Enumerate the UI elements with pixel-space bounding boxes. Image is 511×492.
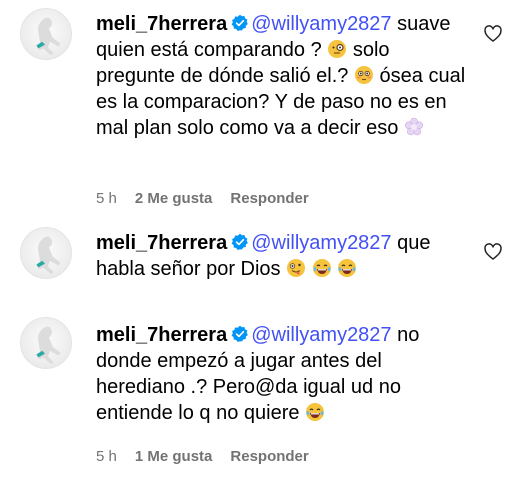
avatar[interactable] xyxy=(20,8,72,60)
avatar[interactable] xyxy=(20,317,72,369)
tears-of-joy-emoji xyxy=(312,259,331,277)
timestamp: 5 h xyxy=(96,190,117,207)
username[interactable]: meli_7herrera xyxy=(96,232,227,254)
avatar[interactable] xyxy=(20,227,72,279)
reply-button[interactable]: Responder xyxy=(230,448,308,465)
verified-badge-icon xyxy=(231,325,249,343)
timestamp: 5 h xyxy=(96,448,117,465)
comment-text: meli_7herrera @willyamy2827 suave quien e… xyxy=(96,11,468,141)
face-with-monocle-emoji xyxy=(328,40,347,58)
username[interactable]: meli_7herrera xyxy=(96,13,227,35)
heart-icon[interactable] xyxy=(483,242,503,262)
comment-meta: 5 h 2 Me gusta Responder xyxy=(96,190,327,207)
username[interactable]: meli_7herrera xyxy=(96,324,227,346)
reply-button[interactable]: Responder xyxy=(230,190,308,207)
likes-count[interactable]: 2 Me gusta xyxy=(135,190,213,207)
likes-count[interactable]: 1 Me gusta xyxy=(135,448,213,465)
tears-of-joy-emoji xyxy=(306,403,325,421)
mention-link[interactable]: @willyamy2827 xyxy=(251,232,391,254)
comment-meta: 5 h 1 Me gusta Responder xyxy=(96,448,327,465)
flushed-face-emoji xyxy=(354,66,373,84)
mention-link[interactable]: @willyamy2827 xyxy=(251,324,391,346)
comment-text: meli_7herrera @willyamy2827 que habla señ… xyxy=(96,230,468,282)
verified-badge-icon xyxy=(231,233,249,251)
verified-badge-icon xyxy=(231,14,249,32)
zany-face-emoji xyxy=(287,259,306,277)
tears-of-joy-emoji xyxy=(338,259,357,277)
mention-link[interactable]: @willyamy2827 xyxy=(251,13,391,35)
comment-text: meli_7herrera @willyamy2827 no donde empe… xyxy=(96,322,468,426)
heart-icon[interactable] xyxy=(483,24,503,44)
flower-emoji xyxy=(404,117,423,136)
